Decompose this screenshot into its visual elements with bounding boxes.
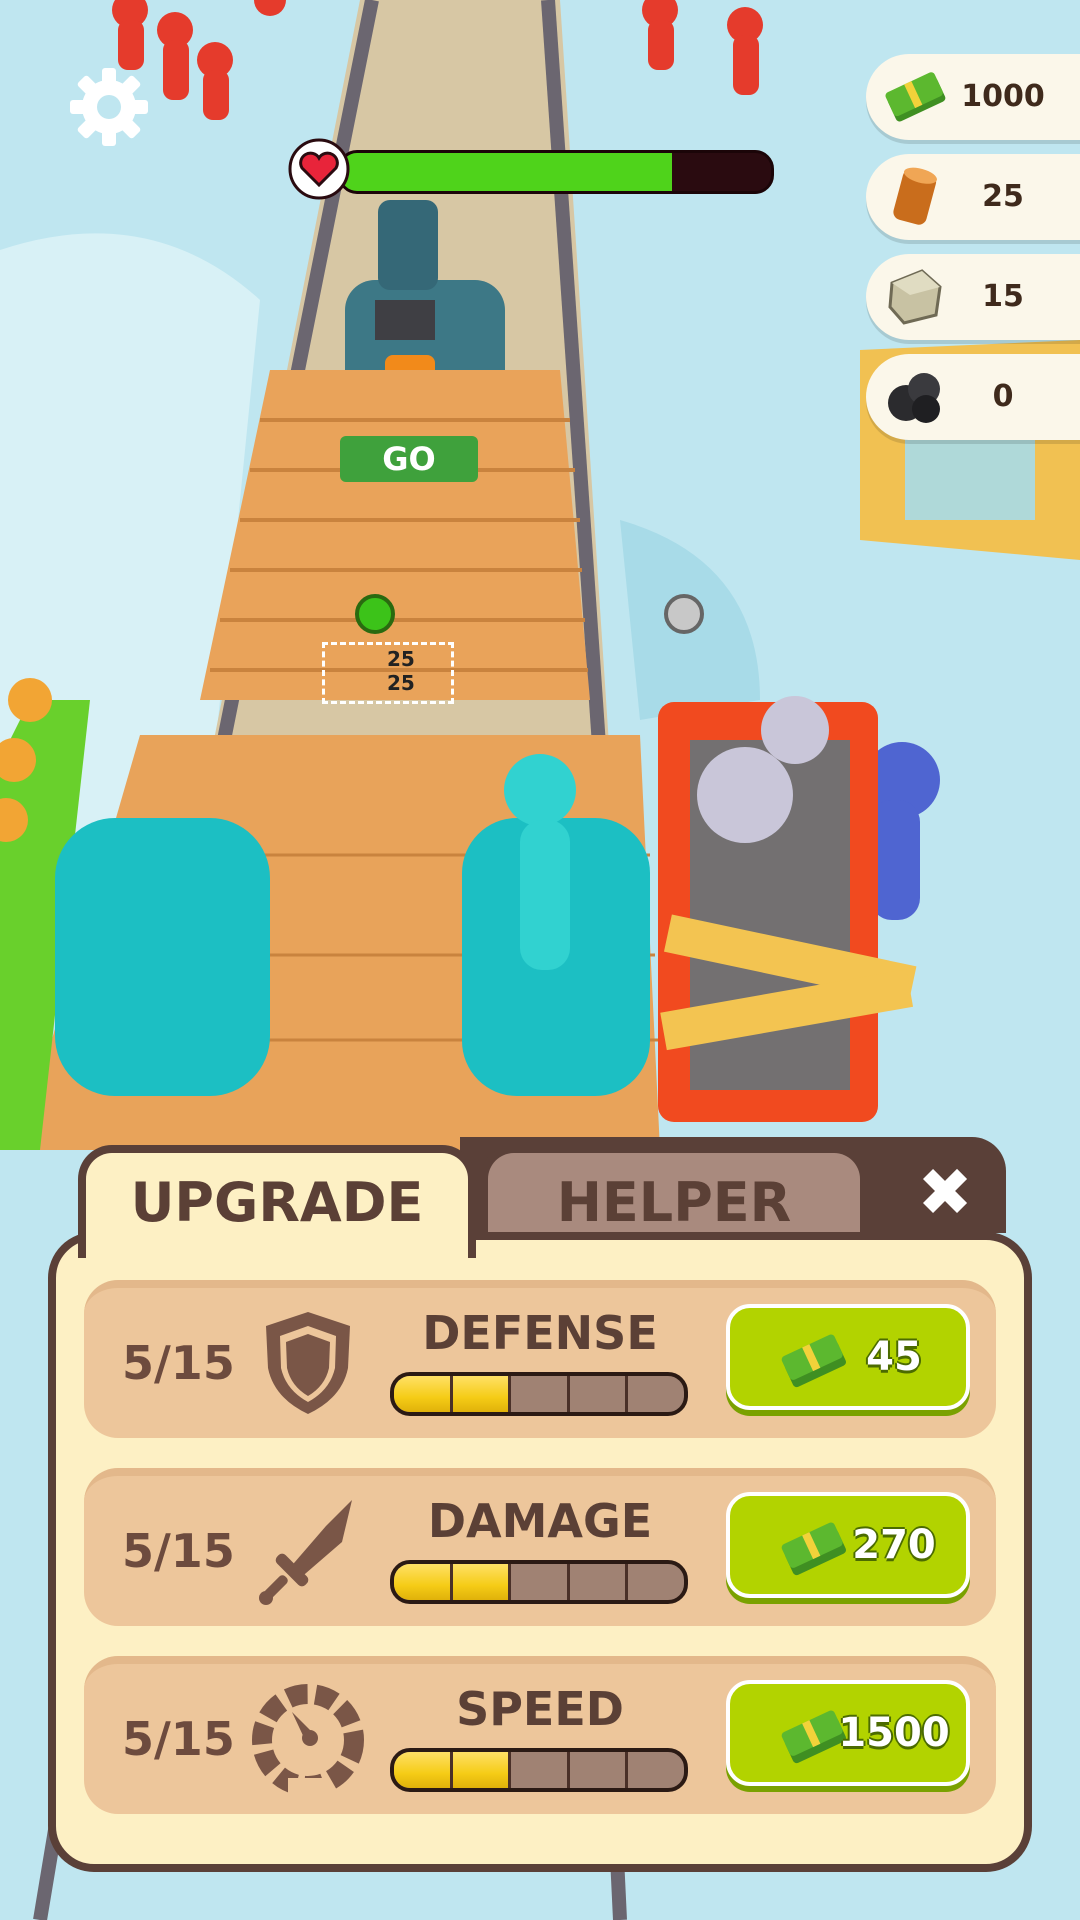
resource-cash-value: 1000 [961,79,1045,114]
damage-price: 270 [852,1522,936,1568]
close-icon[interactable]: ✖ [908,1156,982,1230]
resource-coal: 0 [866,354,1080,440]
upgrade-row-speed: 5/15 SPEED 1500 [84,1656,996,1814]
tab-helper-label: HELPER [556,1171,792,1234]
progress-segment-empty [628,1564,684,1600]
resource-cash: 1000 [866,54,1080,140]
speedometer-icon [252,1682,364,1796]
tab-joint [86,1236,452,1252]
resource-wood-value: 25 [982,179,1024,214]
speed-progress-bar [390,1748,688,1792]
defense-progress-bar [390,1372,688,1416]
resource-stone: 15 [866,254,1080,340]
progress-segment-filled [452,1376,512,1412]
defense-buy-button[interactable]: 45 [726,1304,970,1410]
upgrade-row-damage: 5/15 DAMAGE 270 [84,1468,996,1626]
sword-icon [252,1494,364,1608]
progress-segment-empty [511,1752,570,1788]
coal-icon [882,363,948,429]
upgrade-row-defense: 5/15 DEFENSE 45 [84,1280,996,1438]
wood-log-icon [882,163,948,229]
tab-upgrade-label: UPGRADE [130,1171,424,1234]
defense-label: DEFENSE [422,1306,658,1360]
cargo-stone-count: 25 [387,671,415,695]
defense-price: 45 [866,1334,922,1380]
progress-segment-filled [394,1376,453,1412]
settings-gear-icon[interactable] [68,66,150,148]
progress-segment-empty [628,1752,684,1788]
progress-segment-empty [511,1564,570,1600]
cargo-wood-count: 25 [387,647,415,671]
damage-level: 5/15 [122,1524,235,1578]
cash-icon [882,63,948,129]
damage-progress-bar [390,1560,688,1604]
speed-price: 1500 [838,1710,950,1756]
progress-segment-filled [452,1564,512,1600]
speed-buy-button[interactable]: 1500 [726,1680,970,1786]
damage-label: DAMAGE [427,1494,653,1548]
progress-segment-empty [511,1376,570,1412]
progress-segment-filled [394,1564,453,1600]
progress-segment-empty [570,1752,629,1788]
progress-segment-filled [452,1752,512,1788]
speed-label: SPEED [456,1682,624,1736]
progress-segment-filled [394,1752,453,1788]
shield-icon [252,1306,364,1420]
cargo-slot: 25 25 [322,642,454,704]
damage-buy-button[interactable]: 270 [726,1492,970,1598]
defense-level: 5/15 [122,1336,235,1390]
progress-segment-empty [628,1376,684,1412]
health-track [338,150,774,194]
progress-segment-empty [570,1564,629,1600]
resource-coal-value: 0 [992,379,1014,414]
heart-icon [288,138,350,200]
stone-block-icon [882,263,948,329]
speed-level: 5/15 [122,1712,235,1766]
resource-stone-value: 15 [982,279,1024,314]
health-fill [341,153,673,191]
health-bar [288,138,774,200]
resource-wood: 25 [866,154,1080,240]
progress-segment-empty [570,1376,629,1412]
go-sign[interactable]: GO [340,436,478,482]
